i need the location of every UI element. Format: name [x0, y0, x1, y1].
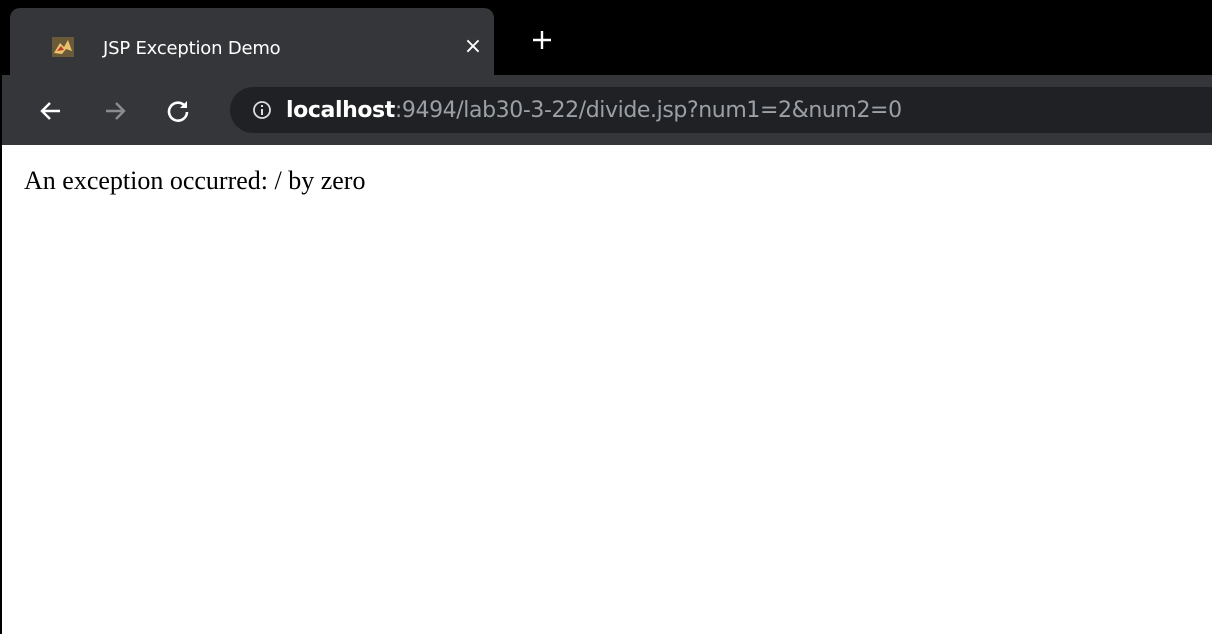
forward-arrow-icon[interactable] [102, 98, 128, 124]
browser-toolbar: localhost:9494/lab30-3-22/divide.jsp?num… [2, 75, 1212, 145]
url-text[interactable]: localhost:9494/lab30-3-22/divide.jsp?num… [286, 98, 902, 123]
url-path: :9494/lab30-3-22/divide.jsp?num1=2&num2=… [394, 98, 902, 123]
reload-icon[interactable] [165, 98, 191, 124]
tab-strip: JSP Exception Demo × [2, 2, 1212, 75]
close-icon[interactable]: × [462, 36, 484, 58]
tomcat-icon [52, 37, 74, 57]
url-host: localhost [286, 98, 395, 123]
page-content: An exception occurred: / by zero [24, 166, 365, 196]
address-bar[interactable]: localhost:9494/lab30-3-22/divide.jsp?num… [230, 87, 1212, 133]
tab-active[interactable]: JSP Exception Demo × [10, 8, 494, 75]
exception-message: An exception occurred: / by zero [24, 166, 366, 195]
info-icon[interactable] [252, 100, 272, 120]
plus-icon[interactable] [530, 28, 554, 52]
back-arrow-icon[interactable] [38, 98, 64, 124]
tab-title: JSP Exception Demo [103, 38, 281, 59]
